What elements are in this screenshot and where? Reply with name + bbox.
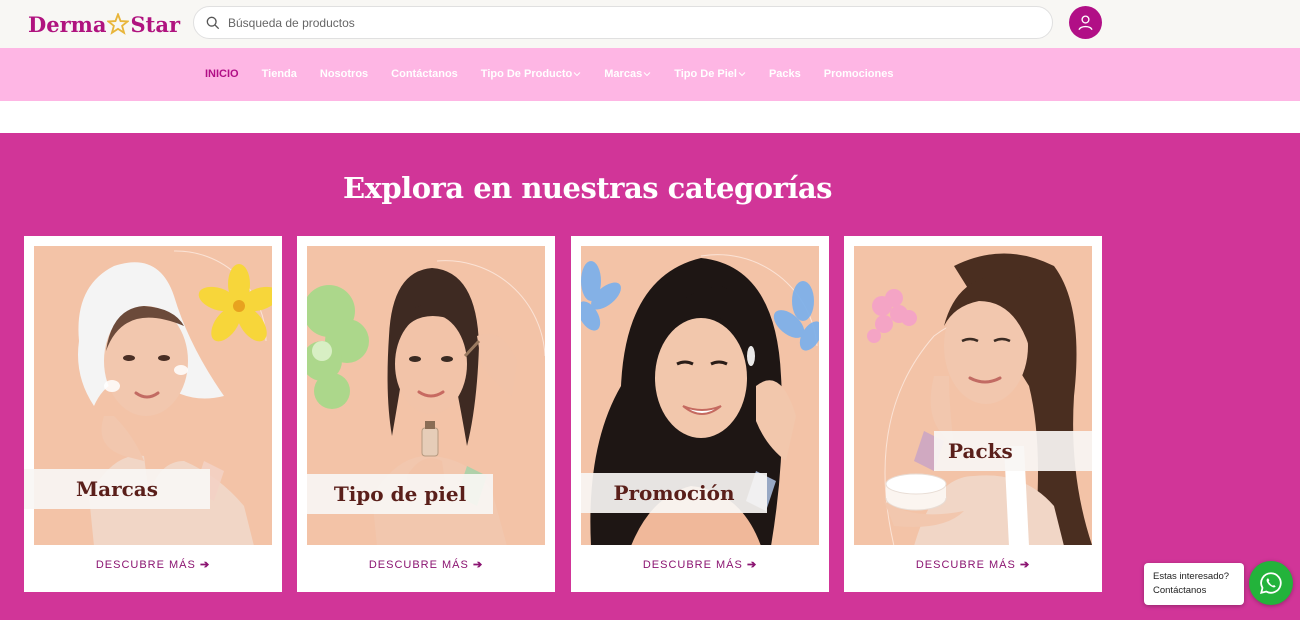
nav-label: Tipo De Producto bbox=[480, 68, 573, 80]
chevron-down-icon bbox=[643, 72, 651, 77]
discover-more-link-tipo-de-piel[interactable]: DESCUBRE MÁS ➔ bbox=[297, 558, 555, 571]
categories-section: Explora en nuestras categorías Marcas DE… bbox=[0, 133, 1300, 620]
nav-item-tipo-de-producto[interactable]: Tipo De Producto bbox=[481, 68, 581, 80]
chat-prompt-bubble[interactable]: Estas interesado? Contáctanos bbox=[1144, 563, 1244, 605]
category-label-marcas: Marcas bbox=[24, 469, 210, 509]
whatsapp-icon bbox=[1260, 572, 1282, 594]
chat-prompt-line2: Contáctanos bbox=[1153, 585, 1207, 596]
nav-label: Tienda bbox=[261, 68, 297, 80]
main-nav: INICIO Tienda Nosotros Contáctanos Tipo … bbox=[0, 48, 1300, 101]
nav-label: Contáctanos bbox=[391, 68, 458, 80]
nav-item-tipo-de-piel[interactable]: Tipo De Piel bbox=[674, 68, 746, 80]
discover-more-link-promocion[interactable]: DESCUBRE MÁS ➔ bbox=[571, 558, 829, 571]
arrow-right-icon: ➔ bbox=[199, 559, 211, 571]
nav-item-contactanos[interactable]: Contáctanos bbox=[391, 68, 458, 80]
nav-label: Packs bbox=[768, 68, 801, 80]
top-bar: Derma Star bbox=[0, 0, 1300, 48]
nav-item-packs[interactable]: Packs bbox=[769, 68, 801, 80]
arrow-right-icon: ➔ bbox=[746, 559, 758, 571]
nav-item-marcas[interactable]: Marcas bbox=[604, 68, 651, 80]
arrow-right-icon: ➔ bbox=[472, 559, 484, 571]
cta-text: DESCUBRE MÁS bbox=[915, 559, 1016, 571]
chat-prompt-line1: Estas interesado? bbox=[1153, 571, 1230, 582]
discover-more-link-marcas[interactable]: DESCUBRE MÁS ➔ bbox=[24, 558, 282, 571]
search-icon bbox=[206, 16, 220, 29]
category-card-promocion[interactable]: Promoción DESCUBRE MÁS ➔ bbox=[571, 236, 829, 592]
nav-label: Marcas bbox=[604, 68, 643, 80]
category-label-promocion: Promoción bbox=[581, 473, 767, 513]
star-icon bbox=[107, 13, 130, 35]
category-card-marcas[interactable]: Marcas DESCUBRE MÁS ➔ bbox=[24, 236, 282, 592]
cta-text: DESCUBRE MÁS bbox=[368, 559, 469, 571]
user-icon bbox=[1078, 15, 1093, 31]
nav-item-inicio[interactable]: INICIO bbox=[205, 68, 239, 80]
chevron-down-icon bbox=[738, 72, 746, 77]
nav-label: Nosotros bbox=[319, 68, 369, 80]
arrow-right-icon: ➔ bbox=[1019, 559, 1031, 571]
nav-label: Tipo De Piel bbox=[674, 68, 737, 80]
category-label-tipo-de-piel: Tipo de piel bbox=[307, 474, 493, 514]
nav-label: Promociones bbox=[823, 68, 894, 80]
category-image-packs bbox=[854, 246, 1092, 545]
cta-text: DESCUBRE MÁS bbox=[642, 559, 743, 571]
brand-logo[interactable]: Derma Star bbox=[28, 9, 180, 39]
discover-more-link-packs[interactable]: DESCUBRE MÁS ➔ bbox=[844, 558, 1102, 571]
whatsapp-button[interactable] bbox=[1249, 561, 1293, 605]
nav-item-promociones[interactable]: Promociones bbox=[824, 68, 894, 80]
category-card-tipo-de-piel[interactable]: Tipo de piel DESCUBRE MÁS ➔ bbox=[297, 236, 555, 592]
section-title: Explora en nuestras categorías bbox=[343, 171, 833, 205]
search-bar bbox=[193, 6, 1053, 39]
chevron-down-icon bbox=[573, 72, 581, 77]
nav-item-tienda[interactable]: Tienda bbox=[262, 68, 297, 80]
nav-label: INICIO bbox=[205, 68, 239, 80]
user-account-button[interactable] bbox=[1069, 6, 1102, 39]
search-input[interactable] bbox=[228, 15, 1028, 30]
logo-text-star: Star bbox=[130, 11, 181, 37]
category-card-packs[interactable]: Packs DESCUBRE MÁS ➔ bbox=[844, 236, 1102, 592]
category-label-packs: Packs bbox=[934, 431, 1092, 471]
cta-text: DESCUBRE MÁS bbox=[95, 559, 196, 571]
nav-item-nosotros[interactable]: Nosotros bbox=[320, 68, 368, 80]
logo-text-derma: Derma bbox=[28, 11, 107, 37]
